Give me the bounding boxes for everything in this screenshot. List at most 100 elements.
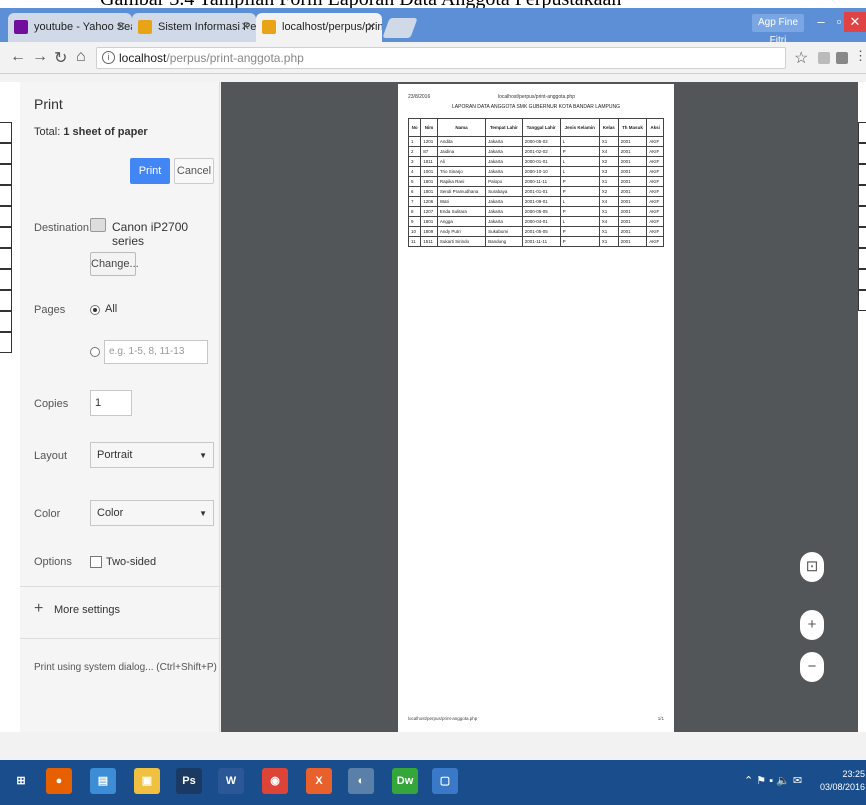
dreamweaver-icon[interactable]: Dw	[392, 768, 418, 794]
print-settings-panel: Print Total: 1 sheet of paper Print Canc…	[20, 82, 220, 732]
table-cell: 2000-01-01	[521, 156, 561, 167]
table-cell: 2001-02-02	[521, 146, 561, 157]
clock-date: 03/08/2016	[820, 782, 866, 792]
close-icon[interactable]: ✕	[241, 20, 250, 33]
firefox-icon[interactable]: ●	[46, 768, 72, 794]
table-cell: AKIF	[646, 236, 664, 247]
table-row: 5 1801 Rapika Rani Palopo 2000-11-11 P X1 2001 A…	[407, 176, 664, 187]
table-cell: L	[559, 136, 600, 147]
tab-youtube[interactable]: youtube - Yahoo Search ✕	[8, 13, 132, 42]
print-button[interactable]: Print	[130, 158, 170, 184]
table-cell: P	[559, 226, 600, 237]
info-icon[interactable]: i	[102, 51, 115, 64]
column-header: No	[407, 118, 422, 137]
table-cell: 2000-05-02	[521, 136, 561, 147]
xampp-icon[interactable]: X	[306, 768, 332, 794]
color-select[interactable]: Color ▼	[90, 500, 214, 526]
table-cell: 9	[407, 216, 422, 227]
table-cell: Wati	[436, 196, 487, 207]
table-cell: P	[559, 186, 600, 197]
fit-to-page-button[interactable]: ⊡	[800, 552, 824, 582]
table-cell: 2001	[617, 146, 648, 157]
table-header-row: No Nim Nama Tempat Lahir Tanggal Lahir Jenis …	[407, 118, 664, 137]
cancel-button[interactable]: Cancel	[174, 158, 214, 184]
column-header: Tempat Lahir	[485, 118, 523, 137]
table-cell: 1206	[420, 196, 438, 207]
profile-button[interactable]: Agp Fine Fitri	[752, 14, 804, 46]
app-icon[interactable]: ◐	[348, 768, 374, 794]
layout-value: Portrait	[97, 449, 133, 461]
table-cell: X1	[598, 226, 619, 237]
table-cell: P	[559, 206, 600, 217]
table-cell: 3	[407, 156, 422, 167]
table-cell: 2001-09-01	[521, 196, 561, 207]
pages-range-input[interactable]: e.g. 1-5, 8, 11-13	[104, 340, 208, 364]
pages-all-radio[interactable]	[90, 305, 100, 315]
table-cell: 2001	[617, 186, 648, 197]
system-dialog-link[interactable]: Print using system dialog... (Ctrl+Shift…	[34, 662, 217, 673]
plus-icon[interactable]: +	[34, 600, 43, 618]
photoshop-icon[interactable]: Ps	[176, 768, 202, 794]
table-cell: 4	[407, 166, 422, 177]
new-tab-button[interactable]	[382, 18, 418, 38]
table-cell: 1001	[420, 166, 438, 177]
table-cell: 2001	[617, 196, 648, 207]
system-tray[interactable]: ⌃ ⚑ ▪ 🔈 ✉	[744, 774, 802, 787]
table-cell: 1811	[420, 156, 438, 167]
table-cell: 1207	[420, 206, 438, 217]
copies-input[interactable]: 1	[90, 390, 132, 416]
table-cell: X2	[598, 156, 619, 167]
more-settings-link[interactable]: More settings	[54, 604, 120, 616]
table-cell: 2001-05-05	[521, 226, 561, 237]
address-bar[interactable]: i localhost/perpus/print-anggota.php	[96, 47, 786, 69]
layout-select[interactable]: Portrait ▼	[90, 442, 214, 468]
close-window-icon[interactable]: ✕	[844, 12, 866, 32]
close-icon[interactable]: ✕	[117, 20, 126, 33]
table-row: 8 1207 Enda Sulitara Jakarta 2000-05-05 P X1 20…	[407, 206, 664, 217]
table-cell: X1	[598, 236, 619, 247]
change-destination-button[interactable]: Change...	[90, 252, 139, 276]
back-icon[interactable]: ←	[10, 48, 26, 66]
close-icon[interactable]: ✕	[367, 20, 376, 33]
word-icon[interactable]: W	[218, 768, 244, 794]
table-cell: 1201	[420, 136, 438, 147]
table-cell: L	[559, 216, 600, 227]
table-cell: 1801	[420, 176, 438, 187]
table-cell: 87	[420, 146, 438, 157]
preview-sheet: 23/8/2016 localhost/perpus/print-anggota…	[398, 84, 674, 732]
extension-icon[interactable]	[836, 52, 848, 64]
table-cell: X4	[598, 196, 619, 207]
zoom-in-button[interactable]: +	[800, 610, 824, 640]
extension-icon[interactable]	[818, 52, 830, 64]
chrome-icon[interactable]: ◉	[262, 768, 288, 794]
table-cell: AKIF	[646, 216, 664, 227]
tab-print-anggota[interactable]: localhost/perpus/print-a ✕	[256, 13, 382, 42]
clock[interactable]: 23:25 03/08/2016	[820, 768, 865, 794]
explorer-icon[interactable]: ▣	[134, 768, 160, 794]
table-row: 9 1801 Angga Jakarta 2000-04-01 L X4 2001 AKIF	[407, 216, 664, 227]
table-cell: X1	[598, 206, 619, 217]
table-cell: Trio Sinarjo	[436, 166, 487, 177]
table-cell: L	[559, 196, 600, 207]
table-cell: 10	[407, 226, 422, 237]
tab-sistem-informasi[interactable]: Sistem Informasi Perpus ✕	[132, 13, 256, 42]
column-header: Tanggal Lahir	[521, 118, 561, 137]
files-icon[interactable]: ▤	[90, 768, 116, 794]
table-cell: L	[559, 166, 600, 177]
pages-custom-radio[interactable]	[90, 347, 100, 357]
table-cell: Jakarta	[485, 206, 523, 217]
table-cell: Andy Putri	[436, 226, 487, 237]
menu-icon[interactable]: ⋮	[854, 48, 866, 64]
column-header: Jenis Kelamin	[559, 118, 600, 137]
title-bar: youtube - Yahoo Search ✕ Sistem Informas…	[0, 8, 866, 46]
bookmark-star-icon[interactable]: ☆	[794, 48, 808, 68]
table-cell: Rapika Rani	[436, 176, 487, 187]
home-icon[interactable]: ⌂	[76, 48, 86, 66]
reload-icon[interactable]: ↻	[54, 48, 67, 68]
two-sided-checkbox[interactable]	[90, 556, 102, 568]
start-icon[interactable]: ⊞	[8, 768, 34, 794]
window-icon[interactable]: ▢	[432, 768, 458, 794]
yahoo-icon	[14, 20, 28, 34]
forward-icon[interactable]: →	[32, 48, 48, 66]
zoom-out-button[interactable]: −	[800, 652, 824, 682]
